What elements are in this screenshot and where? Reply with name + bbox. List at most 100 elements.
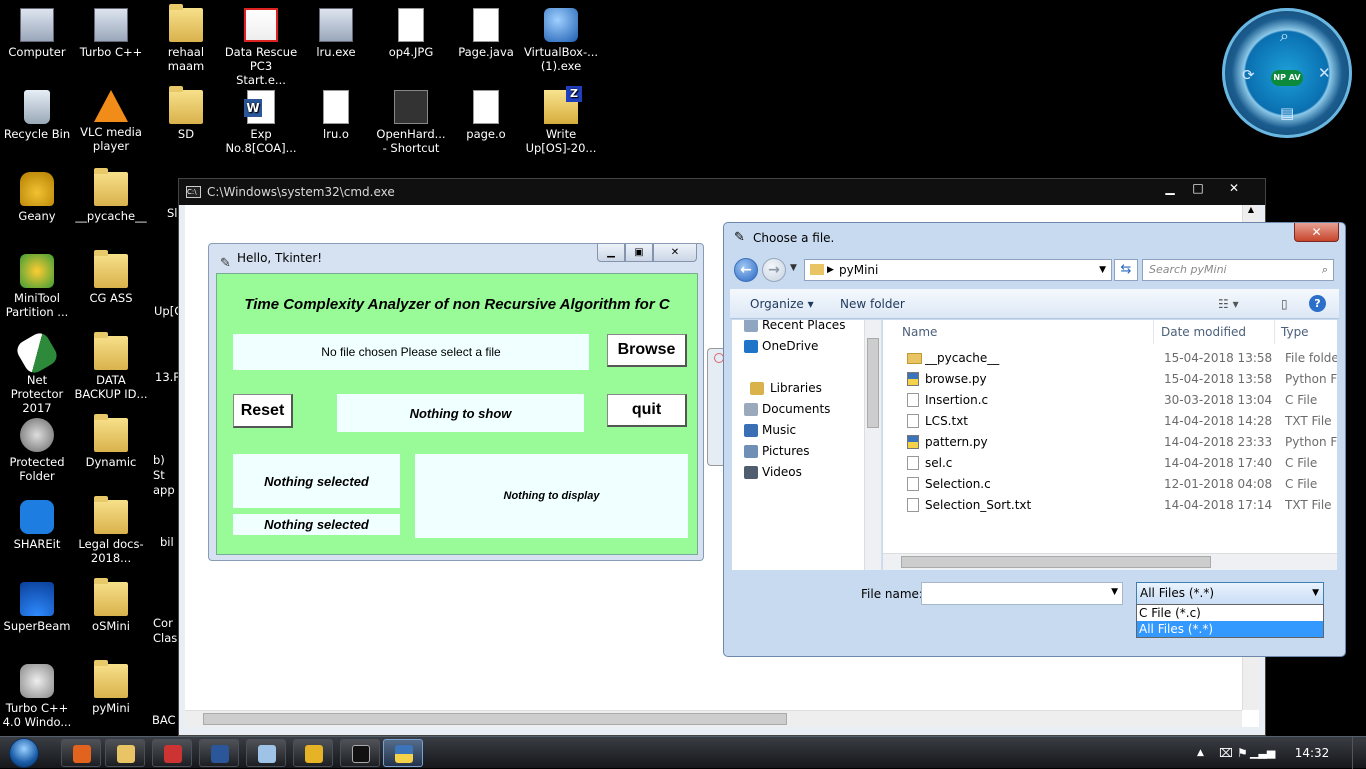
tk-close-button[interactable]: ✕ xyxy=(653,244,697,262)
file-row[interactable]: Selection.c 12-01-2018 04:08 C File xyxy=(883,474,1337,495)
desktop-icon[interactable]: MiniTool Partition ... xyxy=(0,250,74,319)
help-icon[interactable]: ? xyxy=(1309,295,1326,312)
file-row[interactable]: Insertion.c 30-03-2018 13:04 C File xyxy=(883,390,1337,411)
taskbar-clock[interactable]: 14:32 xyxy=(1290,737,1334,769)
refresh-icon[interactable]: ⇆ xyxy=(1114,259,1138,281)
dialog-title-bar[interactable]: ✎ Choose a file. ✕ xyxy=(724,223,1345,253)
column-header-date[interactable]: Date modified xyxy=(1155,320,1275,344)
forward-arrow-icon[interactable]: → xyxy=(762,258,786,282)
address-path[interactable]: pyMini xyxy=(839,263,878,277)
desktop-icon[interactable]: SD xyxy=(149,86,223,141)
desktop-icon[interactable]: Exp No.8[COA]... xyxy=(224,86,298,155)
taskbar-geany[interactable] xyxy=(293,739,333,767)
browse-button[interactable]: Browse xyxy=(607,334,687,367)
nav-item-pictures[interactable]: Pictures xyxy=(732,441,868,462)
file-row[interactable]: __pycache__ 15-04-2018 13:58 File folder xyxy=(883,348,1337,369)
reset-button[interactable]: Reset xyxy=(233,394,293,428)
desktop-icon[interactable]: pyMini xyxy=(74,660,148,715)
recent-pages-chevron-icon[interactable]: ▼ xyxy=(790,263,797,273)
desktop-icon[interactable]: page.o xyxy=(449,86,523,141)
desktop-icon[interactable]: rehaal maam xyxy=(149,4,223,73)
view-options-icon[interactable]: ☷ ▾ xyxy=(1218,289,1239,319)
nav-item-documents[interactable]: Documents xyxy=(732,399,868,420)
taskbar-cmd[interactable] xyxy=(340,739,380,767)
file-row[interactable]: LCS.txt 14-04-2018 14:28 TXT File xyxy=(883,411,1337,432)
nav-scroll-thumb[interactable] xyxy=(867,338,879,428)
npav-widget[interactable]: NP AV ⌕ ⟳ ✕ ▤ xyxy=(1222,8,1352,138)
network-signal-icon[interactable]: ▁▃▅ xyxy=(1250,737,1275,769)
quit-button[interactable]: quit xyxy=(607,394,687,427)
taskbar-data-rescue[interactable] xyxy=(152,739,192,767)
column-header-type[interactable]: Type xyxy=(1275,320,1337,344)
taskbar-python[interactable] xyxy=(383,739,423,767)
cmd-horizontal-scrollbar[interactable] xyxy=(185,710,1242,727)
file-row[interactable]: Selection_Sort.txt 14-04-2018 17:14 TXT Fi… xyxy=(883,495,1337,516)
preview-pane-icon[interactable]: ▯ xyxy=(1281,289,1288,319)
scroll-up-arrow[interactable]: ▲ xyxy=(1243,205,1259,214)
dialog-close-button[interactable]: ✕ xyxy=(1294,223,1339,242)
cmd-close-button[interactable]: ✕ xyxy=(1221,179,1247,197)
search-icon[interactable]: ⌕ xyxy=(1280,26,1289,46)
chevron-right-icon[interactable]: ▶ xyxy=(827,260,834,280)
nav-item-onedrive[interactable]: OneDrive xyxy=(732,336,868,357)
back-arrow-icon[interactable]: ← xyxy=(734,258,758,282)
nav-item-recent-places[interactable]: Recent Places xyxy=(732,320,868,336)
chevron-down-icon[interactable]: ▼ xyxy=(1099,260,1106,280)
desktop-icon[interactable]: CG ASS xyxy=(74,250,148,305)
file-row[interactable]: pattern.py 14-04-2018 23:33 Python File xyxy=(883,432,1337,453)
desktop-icon[interactable]: Legal docs-2018... xyxy=(74,496,148,565)
tk-title-bar[interactable]: ✎ Hello, Tkinter! ▁ ▣ ✕ xyxy=(209,244,703,272)
navigation-pane[interactable]: FavoritesDesktopVideosDownloadsRecent Pl… xyxy=(732,320,882,570)
tray-expand-icon[interactable]: ▲ xyxy=(1197,737,1204,769)
cmd-minimize-button[interactable]: ▁ xyxy=(1157,179,1183,197)
desktop-icon[interactable]: lru.o xyxy=(299,86,373,141)
tkinter-window[interactable]: ✎ Hello, Tkinter! ▁ ▣ ✕ Time Complexity … xyxy=(208,243,704,561)
report-icon[interactable]: ▤ xyxy=(1280,104,1294,122)
desktop-icon[interactable]: lru.exe xyxy=(299,4,373,59)
start-button[interactable] xyxy=(5,737,45,769)
file-list[interactable]: Name ^ Date modified Type __pycache__ 15-… xyxy=(883,320,1337,570)
desktop-icon[interactable]: Page.java xyxy=(449,4,523,59)
desktop-icon[interactable]: DATA BACKUP ID... xyxy=(74,332,148,401)
desktop-icon[interactable]: SHAREit xyxy=(0,496,74,551)
show-desktop-button[interactable] xyxy=(1352,737,1366,769)
search-input[interactable]: Search pyMini ⌕ xyxy=(1142,259,1334,281)
desktop-icon[interactable]: op4.JPG xyxy=(374,4,448,59)
file-row[interactable]: browse.py 15-04-2018 13:58 Python File xyxy=(883,369,1337,390)
flag-icon[interactable]: ⚑ xyxy=(1237,737,1248,769)
nav-item-libraries[interactable]: Libraries xyxy=(732,378,868,399)
file-dialog[interactable]: ✎ Choose a file. ✕ ← → ▼ ▶ pyMini ▼ ⇆ Se… xyxy=(723,222,1346,657)
desktop-icon[interactable]: Write Up[OS]-20... xyxy=(524,86,598,155)
file-name-input[interactable]: ▼ xyxy=(921,582,1123,605)
desktop-icon[interactable]: __pycache__ xyxy=(74,168,148,223)
desktop-icon[interactable]: Net Protector 2017 xyxy=(0,329,74,415)
cmd-maximize-button[interactable]: □ xyxy=(1185,179,1211,197)
new-folder-button[interactable]: New folder xyxy=(840,289,905,319)
refresh-icon[interactable]: ⟳ xyxy=(1242,66,1255,84)
file-type-select[interactable]: All Files (*.*) ▼ xyxy=(1136,582,1324,605)
file-list-hscroll-thumb[interactable] xyxy=(901,556,1211,568)
nav-item-music[interactable]: Music xyxy=(732,420,868,441)
tk-minimize-button[interactable]: ▁ xyxy=(597,244,625,262)
taskbar-explorer[interactable] xyxy=(105,739,145,767)
desktop-icon[interactable]: Recycle Bin xyxy=(0,86,74,141)
chevron-down-icon[interactable]: ▼ xyxy=(1312,583,1319,604)
address-bar[interactable]: ▶ pyMini ▼ xyxy=(804,259,1112,281)
desktop-icon[interactable]: Protected Folder xyxy=(0,414,74,483)
desktop-icon[interactable]: VLC media player xyxy=(74,86,148,153)
taskbar-shareit[interactable] xyxy=(61,739,101,767)
desktop-icon[interactable]: VirtualBox-... (1).exe xyxy=(524,4,598,73)
cmd-hscroll-thumb[interactable] xyxy=(203,713,787,725)
desktop-icon[interactable]: Turbo C++ xyxy=(74,4,148,59)
file-type-option-all[interactable]: All Files (*.*) xyxy=(1137,621,1323,637)
file-type-option-c[interactable]: C File (*.c) xyxy=(1137,605,1323,621)
file-row[interactable]: sel.c 14-04-2018 17:40 C File xyxy=(883,453,1337,474)
desktop-icon[interactable]: Data Rescue PC3 Start.e... xyxy=(224,4,298,87)
cmd-title-bar[interactable]: C:\ C:\Windows\system32\cmd.exe ▁ □ ✕ xyxy=(179,179,1265,205)
tools-icon[interactable]: ✕ xyxy=(1318,64,1331,82)
power-icon[interactable]: ⌧ xyxy=(1219,737,1233,769)
taskbar-word[interactable] xyxy=(199,739,239,767)
desktop-icon[interactable]: SuperBeam xyxy=(0,578,74,633)
desktop-icon[interactable]: oSMini xyxy=(74,578,148,633)
file-list-hscrollbar[interactable] xyxy=(883,553,1337,570)
